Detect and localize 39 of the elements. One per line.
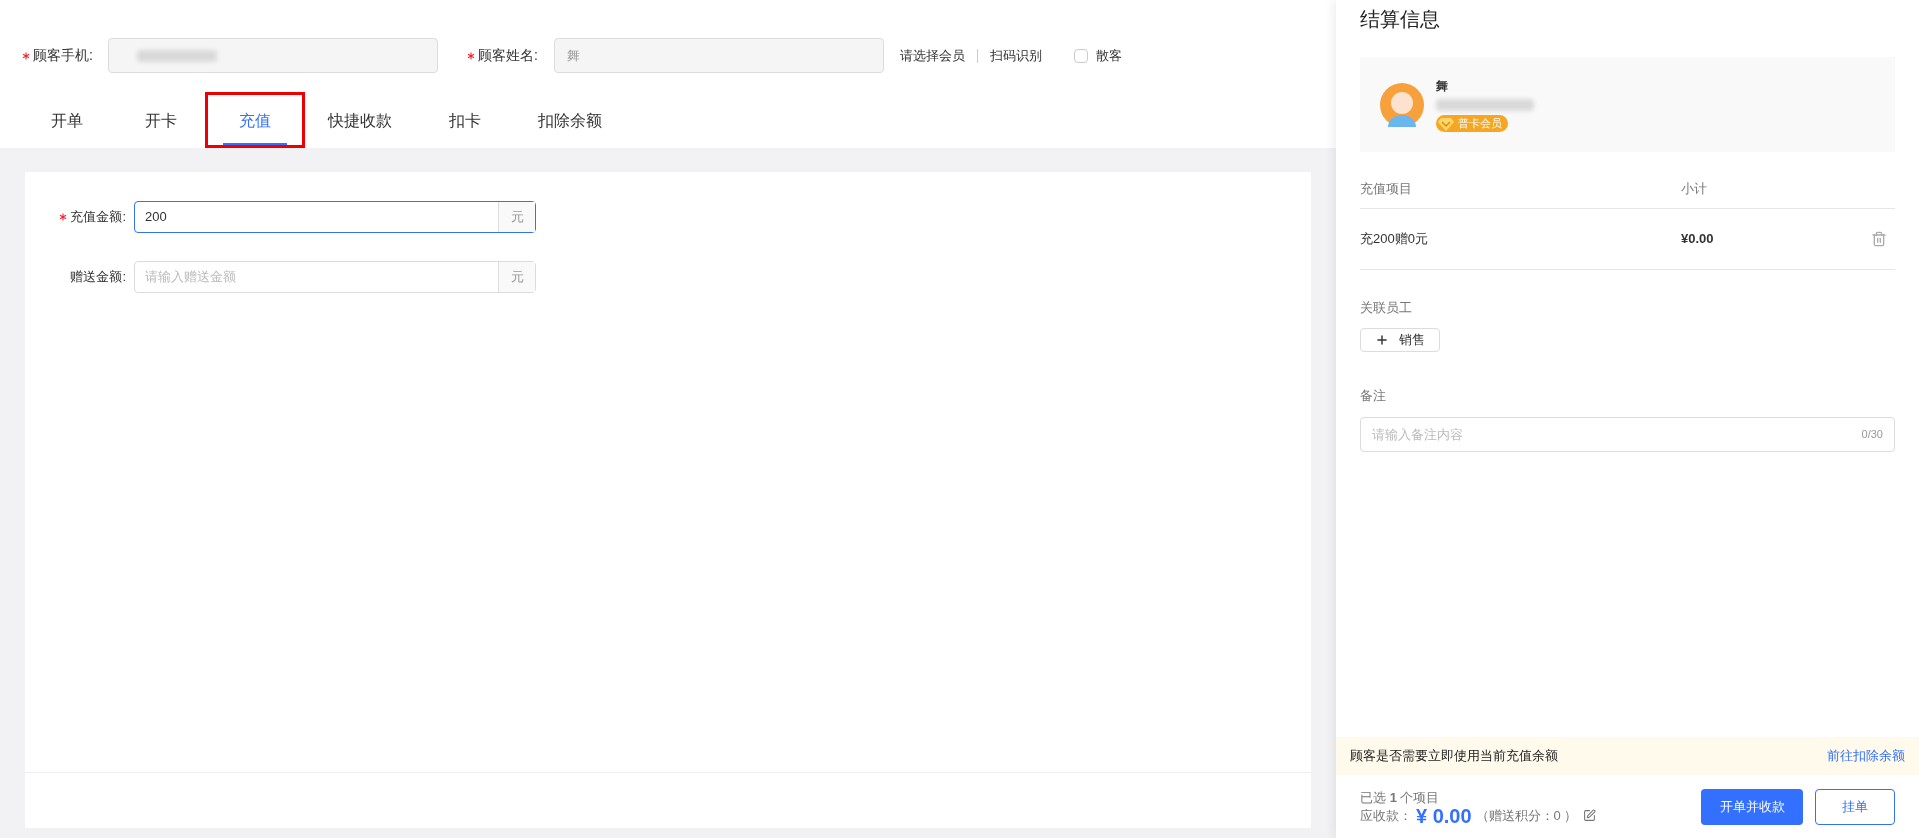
- column-header: 充值项目: [1360, 179, 1413, 198]
- table-cell-text: 充200赠0元: [1360, 230, 1429, 249]
- section-label: 关联员工: [1360, 299, 1413, 317]
- plus-icon: [1375, 332, 1389, 347]
- panel-title: 结算信息: [1360, 7, 1441, 31]
- points-text: （赠送积分：0 ）: [1475, 806, 1578, 825]
- phone-field[interactable]: [108, 38, 438, 73]
- tab[interactable]: 扣卡: [433, 99, 497, 145]
- table-cell-text: ¥0.00: [1681, 230, 1715, 249]
- delete-icon[interactable]: [1871, 231, 1887, 247]
- field-label: 充值金额:: [70, 208, 126, 227]
- tab[interactable]: 开卡: [129, 99, 193, 145]
- notice-text: 顾客是否需要立即使用当前充值余额: [1350, 747, 1558, 766]
- checkout-button[interactable]: 开单并收款: [1701, 788, 1803, 825]
- selected-count: 已选 1 个项目: [1360, 788, 1441, 807]
- field-label: 赠送金额:: [70, 268, 126, 287]
- char-counter: 0/30: [1861, 427, 1883, 443]
- amount-label: 应收款：: [1360, 806, 1412, 825]
- tab[interactable]: 扣除余额: [527, 99, 613, 145]
- add-staff-button[interactable]: 销售: [1360, 327, 1440, 352]
- amount-due: ¥ 0.00: [1416, 806, 1472, 825]
- field-label: 顾客姓名:: [478, 46, 538, 65]
- avatar-icon: [1380, 82, 1424, 127]
- notice-link[interactable]: 前往扣除余额: [1827, 746, 1905, 766]
- link[interactable]: 请选择会员: [900, 45, 965, 66]
- member-name: 舞: [1436, 78, 1449, 95]
- tab[interactable]: 充值: [223, 99, 287, 145]
- hold-button[interactable]: 挂单: [1815, 788, 1895, 825]
- checkbox-label: 散客: [1096, 46, 1122, 65]
- field-label: 顾客手机:: [33, 46, 93, 65]
- tab[interactable]: 开单: [35, 99, 99, 145]
- member-badge: 普卡会员: [1436, 115, 1508, 132]
- tab[interactable]: 快捷收款: [317, 99, 403, 145]
- edit-icon[interactable]: [1583, 809, 1597, 822]
- link[interactable]: 扫码识别: [990, 45, 1042, 66]
- amount-field[interactable]: 200 元: [134, 201, 536, 233]
- checkbox[interactable]: [1074, 48, 1088, 63]
- column-header: 小计: [1681, 179, 1707, 198]
- section-label: 备注: [1360, 386, 1387, 405]
